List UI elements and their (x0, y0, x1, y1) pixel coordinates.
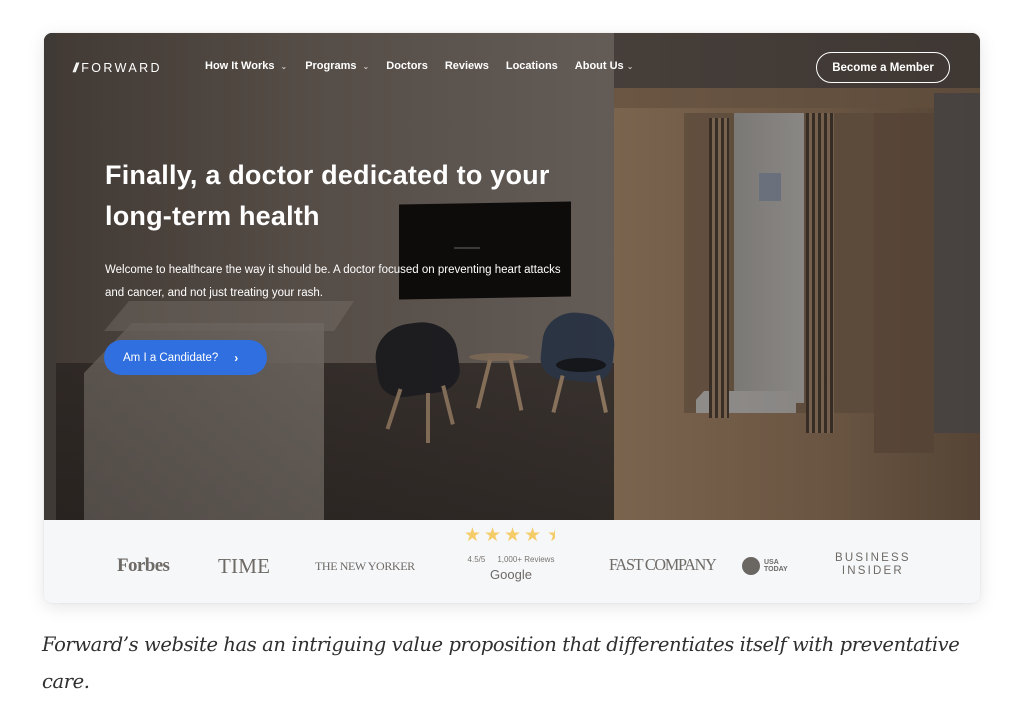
usa-today-logo: USA TODAY (742, 557, 788, 575)
hero-section: // FORWARD How It Works ⌄ Programs ⌄ Doc… (44, 33, 980, 520)
cta-label: Am I a Candidate? (123, 351, 219, 364)
nav-link-label: Doctors (386, 60, 428, 72)
chevron-down-icon: ⌄ (626, 61, 634, 71)
nav-link-reviews[interactable]: Reviews (445, 60, 489, 72)
nav-link-about-us[interactable]: About Us ⌄ (575, 60, 634, 72)
hero-subtext: Welcome to healthcare the way it should … (105, 264, 561, 299)
usa-today-line1: USA (764, 559, 779, 566)
google-logo: Google (490, 567, 532, 582)
chevron-down-icon: ⌄ (362, 61, 370, 71)
nav-link-how-it-works[interactable]: How It Works ⌄ (205, 60, 287, 72)
nav-link-label: Locations (505, 60, 558, 72)
star-icon: ★ (504, 525, 522, 546)
nav-link-label: About Us (574, 60, 624, 72)
half-star-icon: ★ (544, 526, 558, 551)
top-navigation: // FORWARD How It Works ⌄ Programs ⌄ Doc… (44, 33, 980, 101)
image-caption: Forward’s website has an intriguing valu… (42, 633, 960, 693)
nav-link-programs[interactable]: Programs ⌄ (305, 60, 369, 72)
review-count: 1,000+ Reviews (497, 555, 555, 564)
am-i-a-candidate-button[interactable]: Am I a Candidate? › (104, 340, 267, 375)
star-rating: ★ ★ ★ ★ ★ (456, 526, 566, 551)
rating-details: 4.5/5 1,000+ Reviews (456, 555, 566, 564)
nav-link-doctors[interactable]: Doctors (386, 60, 428, 72)
google-rating: ★ ★ ★ ★ ★ 4.5/5 1,000+ Reviews Google (456, 526, 566, 583)
usa-today-line2: TODAY (764, 566, 788, 573)
star-icon: ★ (483, 525, 501, 546)
forbes-logo: Forbes (117, 555, 170, 576)
new-yorker-logo: THE NEW YORKER (315, 559, 415, 573)
nav-link-label: Reviews (444, 60, 489, 72)
time-logo: TIME (218, 554, 271, 578)
star-icon: ★ (524, 525, 542, 546)
star-icon: ★ (463, 525, 481, 546)
press-logos-bar: Forbes TIME THE NEW YORKER ★ ★ ★ ★ ★ 4.5… (44, 520, 980, 603)
business-insider-line1: BUSINESS (835, 552, 911, 564)
forward-logo-mark-icon: // (73, 60, 78, 75)
become-a-member-button[interactable]: Become a Member (816, 52, 950, 83)
nav-link-locations[interactable]: Locations (506, 60, 558, 72)
business-insider-logo: BUSINESS INSIDER (835, 552, 911, 578)
chevron-down-icon: ⌄ (280, 61, 288, 71)
forward-logo-text: FORWARD (81, 60, 162, 75)
fast-company-logo: FAST COMPANY (609, 555, 717, 574)
nav-link-label: Programs (305, 60, 357, 72)
rating-score: 4.5/5 (467, 555, 486, 564)
forward-logo[interactable]: // FORWARD (73, 60, 162, 75)
hero-headline: Finally, a doctor dedicated to your long… (105, 160, 550, 231)
nav-link-label: How It Works (205, 60, 275, 72)
usa-today-circle-icon (742, 557, 760, 575)
nav-links: How It Works ⌄ Programs ⌄ Doctors Review… (205, 60, 633, 72)
chevron-right-icon: › (234, 350, 239, 365)
website-screenshot-card: // FORWARD How It Works ⌄ Programs ⌄ Doc… (44, 33, 980, 603)
business-insider-line2: INSIDER (841, 565, 904, 577)
usa-today-text: USA TODAY (764, 559, 788, 573)
